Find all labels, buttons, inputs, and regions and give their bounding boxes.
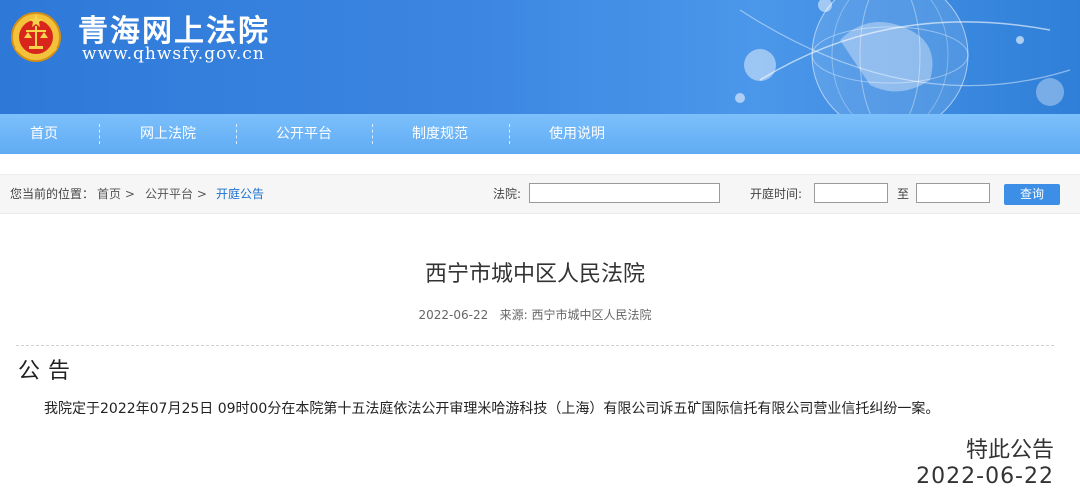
court-input[interactable] (529, 183, 720, 203)
query-button[interactable]: 查询 (1004, 184, 1060, 205)
notice-heading: 公告 (18, 359, 79, 384)
article-title: 西宁市城中区人民法院 (424, 262, 645, 287)
nav-home[interactable]: 首页 (16, 114, 72, 154)
nav-divider (99, 124, 100, 144)
breadcrumb-home[interactable]: 首页 > (97, 175, 135, 213)
nav-public-platform[interactable]: 公开平台 (264, 114, 344, 154)
hearing-time-label: 开庭时间: (750, 187, 803, 201)
nav-divider (372, 124, 373, 144)
nav-instructions[interactable]: 使用说明 (537, 114, 617, 154)
date-range-to-label: 至 (897, 187, 910, 201)
article-meta: 2022-06-22 来源: 西宁市城中区人民法院 (0, 306, 1070, 323)
nav-divider (236, 124, 237, 144)
notice-closing: 特此公告 (965, 438, 1054, 463)
article-date: 2022-06-22 (418, 308, 489, 322)
breadcrumb-public-platform[interactable]: 公开平台 > (145, 175, 207, 213)
hearing-date-from-input[interactable] (814, 183, 888, 203)
content-divider (16, 345, 1054, 346)
hearing-date-to-input[interactable] (916, 183, 990, 203)
nav-online-court[interactable]: 网上法院 (128, 114, 208, 154)
nav-regulations[interactable]: 制度规范 (400, 114, 480, 154)
court-emblem-icon (11, 12, 61, 62)
site-header-banner: 青海网上法院 www.qhwsfy.gov.cn (0, 0, 1080, 114)
nav-divider (509, 124, 510, 144)
article-source: 来源: 西宁市城中区人民法院 (499, 308, 652, 322)
notice-body: 我院定于2022年07月25日 09时00分在本院第十五法庭依法公开审理米哈游科… (44, 401, 940, 417)
globe-decoration-icon (735, 0, 1071, 114)
breadcrumb-prefix: 您当前的位置： (10, 187, 95, 201)
breadcrumb-current: 开庭公告 (216, 187, 265, 201)
court-label: 法院: (493, 187, 522, 201)
breadcrumb-search-bar: 您当前的位置： 首页 > 公开平台 > 开庭公告 法院: 开庭时间: 至 查询 (0, 174, 1080, 214)
site-url: www.qhwsfy.gov.cn (82, 44, 265, 64)
notice-closing-date: 2022-06-22 (916, 464, 1054, 489)
main-nav: 首页 网上法院 公开平台 制度规范 使用说明 (0, 114, 1080, 154)
